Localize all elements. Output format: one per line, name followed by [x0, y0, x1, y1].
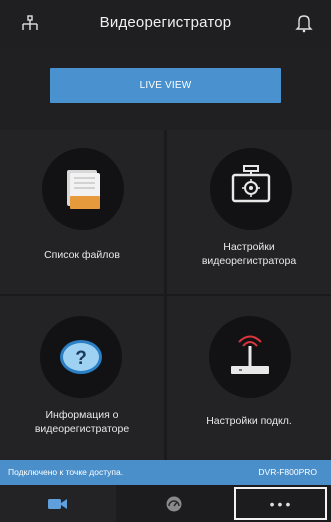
page-title: Видеорегистратор	[99, 14, 232, 31]
file-list-icon	[42, 148, 124, 230]
connection-settings-label: Настройки подкл.	[206, 415, 292, 427]
connection-status-bar: Подключено к точке доступа. DVR-F800PRO	[0, 460, 331, 485]
tab-gauge[interactable]	[116, 485, 232, 522]
dashcam-settings-icon	[210, 148, 292, 230]
device-name: DVR-F800PRO	[258, 467, 317, 477]
bell-icon[interactable]	[295, 13, 313, 33]
tab-live-video[interactable]	[0, 485, 116, 522]
divider	[0, 294, 331, 296]
app-header: Видеорегистратор	[0, 0, 331, 47]
dashcam-info-label: Информация о видеорегистраторе	[34, 409, 130, 435]
connection-status-text: Подключено к точке доступа.	[8, 467, 124, 477]
menu-item-dashcam-settings[interactable]: Настройки видеорегистратора	[167, 130, 331, 294]
router-icon	[209, 316, 291, 398]
video-camera-icon	[48, 498, 67, 509]
live-view-section: LIVE VIEW	[0, 47, 331, 130]
menu-item-connection-settings[interactable]: Настройки подкл.	[167, 296, 331, 460]
selected-tab-highlight	[234, 487, 327, 520]
menu-grid: Список файлов Настройки видеорегистратор…	[0, 130, 331, 460]
dashcam-settings-label: Настройки видеорегистратора	[201, 241, 297, 267]
svg-text:?: ?	[75, 348, 87, 369]
menu-item-dashcam-info[interactable]: ? Информация о видеорегистраторе	[0, 296, 164, 460]
help-icon: ?	[40, 316, 122, 398]
gauge-icon	[166, 496, 182, 511]
file-list-label: Список файлов	[44, 249, 120, 261]
live-view-button[interactable]: LIVE VIEW	[50, 68, 281, 103]
menu-item-file-list[interactable]: Список файлов	[0, 130, 164, 294]
